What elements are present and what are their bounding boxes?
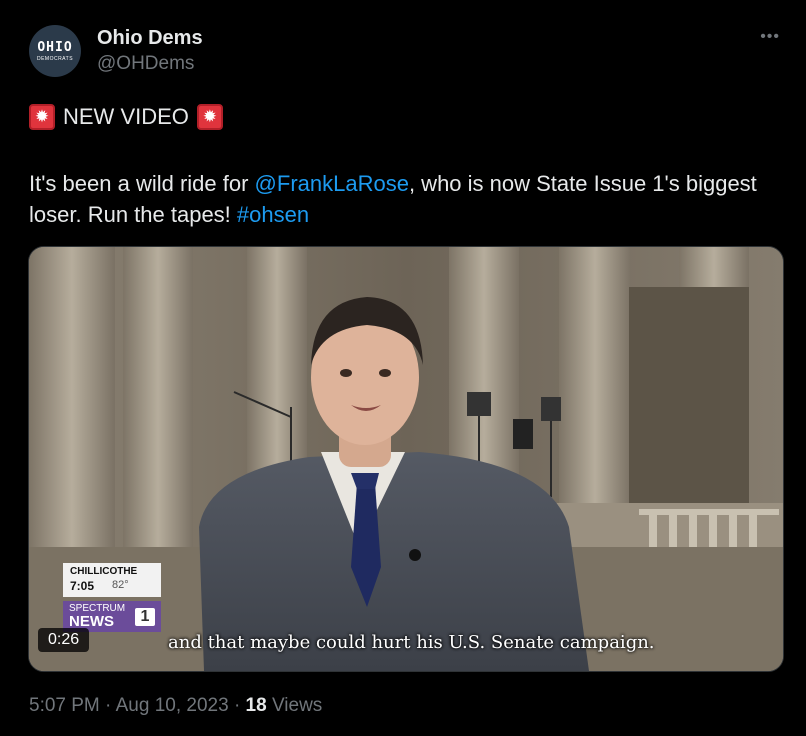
- tweet-text-start: It's been a wild ride for: [29, 171, 255, 196]
- siren-icon: [29, 104, 55, 130]
- siren-icon: [196, 104, 223, 130]
- bug-time: 7:05: [70, 579, 95, 593]
- meta-separator: ·: [233, 695, 241, 716]
- tweet-meta: 5:07 PM · Aug 10, 2023 · 18 Views: [29, 695, 322, 717]
- avatar[interactable]: OHIO DEMOCRATS: [29, 25, 81, 77]
- views-label: Views: [271, 695, 323, 716]
- tweet-time[interactable]: 5:07 PM: [29, 695, 100, 716]
- bug-brand-line2: NEWS: [69, 613, 114, 630]
- hashtag-link[interactable]: #ohsen: [237, 202, 309, 227]
- tweet-text: It's been a wild ride for @FrankLaRose, …: [29, 168, 789, 230]
- tweet-headline: NEW VIDEO: [29, 104, 223, 130]
- bug-location: CHILLICOTHE: [63, 563, 161, 578]
- author-name[interactable]: Ohio Dems: [97, 27, 203, 50]
- video-caption: and that maybe could hurt his U.S. Senat…: [168, 632, 655, 653]
- tweet-date[interactable]: Aug 10, 2023: [116, 695, 229, 716]
- author-handle[interactable]: @OHDems: [97, 53, 194, 75]
- views-count: 18: [245, 695, 267, 716]
- bug-temp: 82°: [112, 579, 129, 591]
- more-icon[interactable]: •••: [760, 28, 780, 46]
- avatar-subtext: DEMOCRATS: [36, 55, 74, 62]
- meta-separator: ·: [105, 695, 112, 716]
- mention-link[interactable]: @FrankLaRose: [255, 171, 409, 196]
- video-timestamp: 0:26: [38, 628, 90, 652]
- video-player[interactable]: CHILLICOTHE 7:05 82° SPECTRUM NEWS 1: [28, 246, 784, 672]
- headline-text: NEW VIDEO: [63, 104, 189, 129]
- bug-channel: 1: [135, 607, 155, 626]
- bug-time-row: 7:05 82°: [63, 578, 161, 597]
- channel-bug: CHILLICOTHE 7:05 82° SPECTRUM NEWS 1: [63, 563, 161, 632]
- avatar-text: OHIO: [37, 39, 73, 55]
